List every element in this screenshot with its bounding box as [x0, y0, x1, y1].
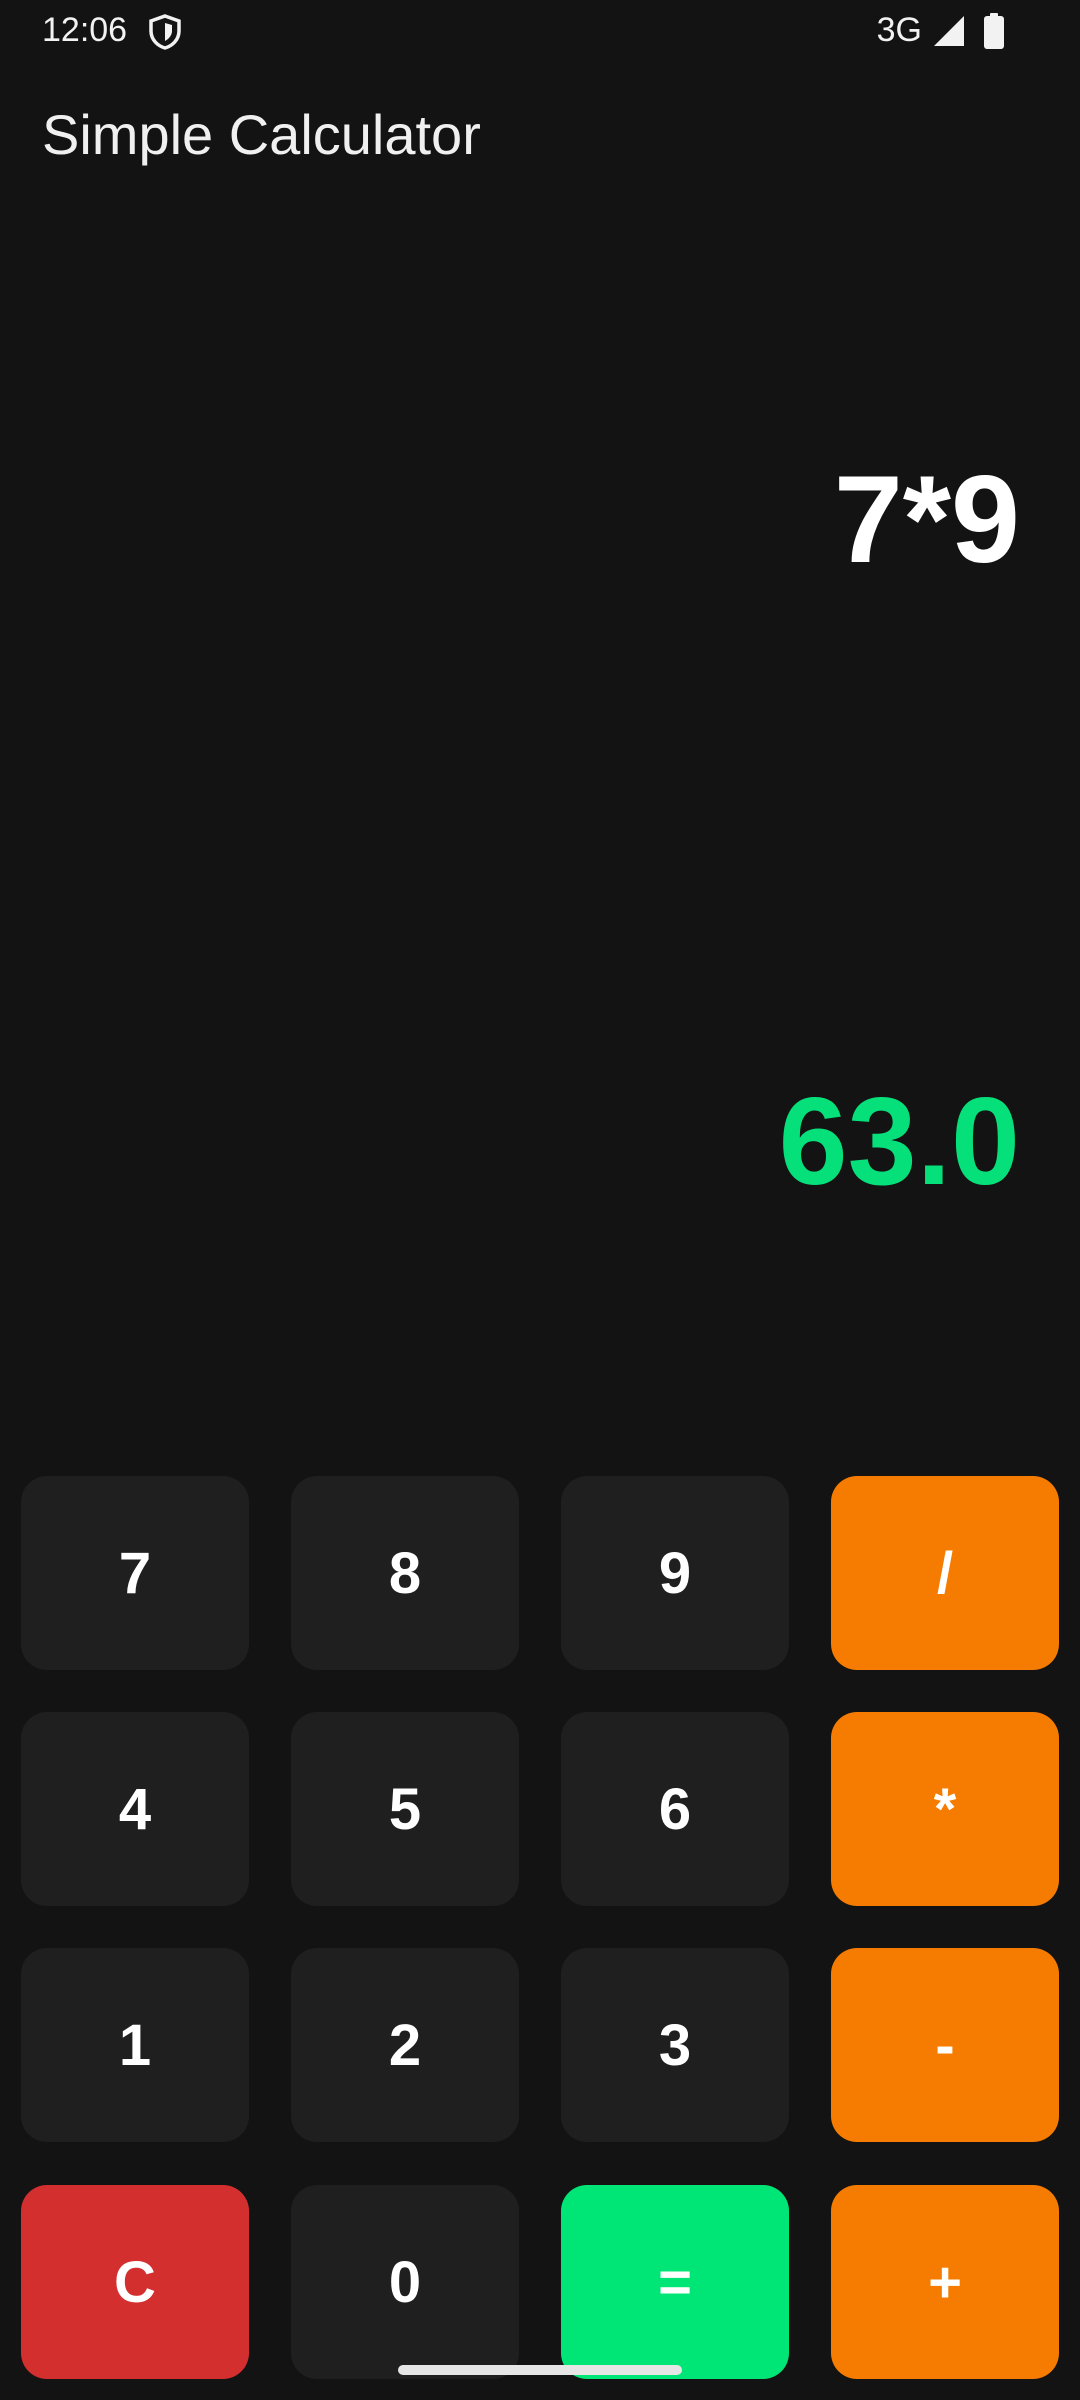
- digit-1-button[interactable]: 1: [21, 1948, 249, 2142]
- digit-6-button[interactable]: 6: [561, 1712, 789, 1906]
- digit-5-button[interactable]: 5: [291, 1712, 519, 1906]
- gesture-nav-handle[interactable]: [398, 2365, 682, 2375]
- digit-4-button[interactable]: 4: [21, 1712, 249, 1906]
- digit-7-button[interactable]: 7: [21, 1476, 249, 1670]
- digit-2-button[interactable]: 2: [291, 1948, 519, 2142]
- subtract-button[interactable]: -: [831, 1948, 1059, 2142]
- add-button[interactable]: +: [831, 2185, 1059, 2379]
- equals-button[interactable]: =: [561, 2185, 789, 2379]
- digit-3-button[interactable]: 3: [561, 1948, 789, 2142]
- multiply-button[interactable]: *: [831, 1712, 1059, 1906]
- clear-button[interactable]: C: [21, 2185, 249, 2379]
- keypad: 7 8 9 / 4 5 6 * 1 2 3 - C 0 = +: [0, 0, 1080, 2400]
- divide-button[interactable]: /: [831, 1476, 1059, 1670]
- digit-9-button[interactable]: 9: [561, 1476, 789, 1670]
- digit-0-button[interactable]: 0: [291, 2185, 519, 2379]
- digit-8-button[interactable]: 8: [291, 1476, 519, 1670]
